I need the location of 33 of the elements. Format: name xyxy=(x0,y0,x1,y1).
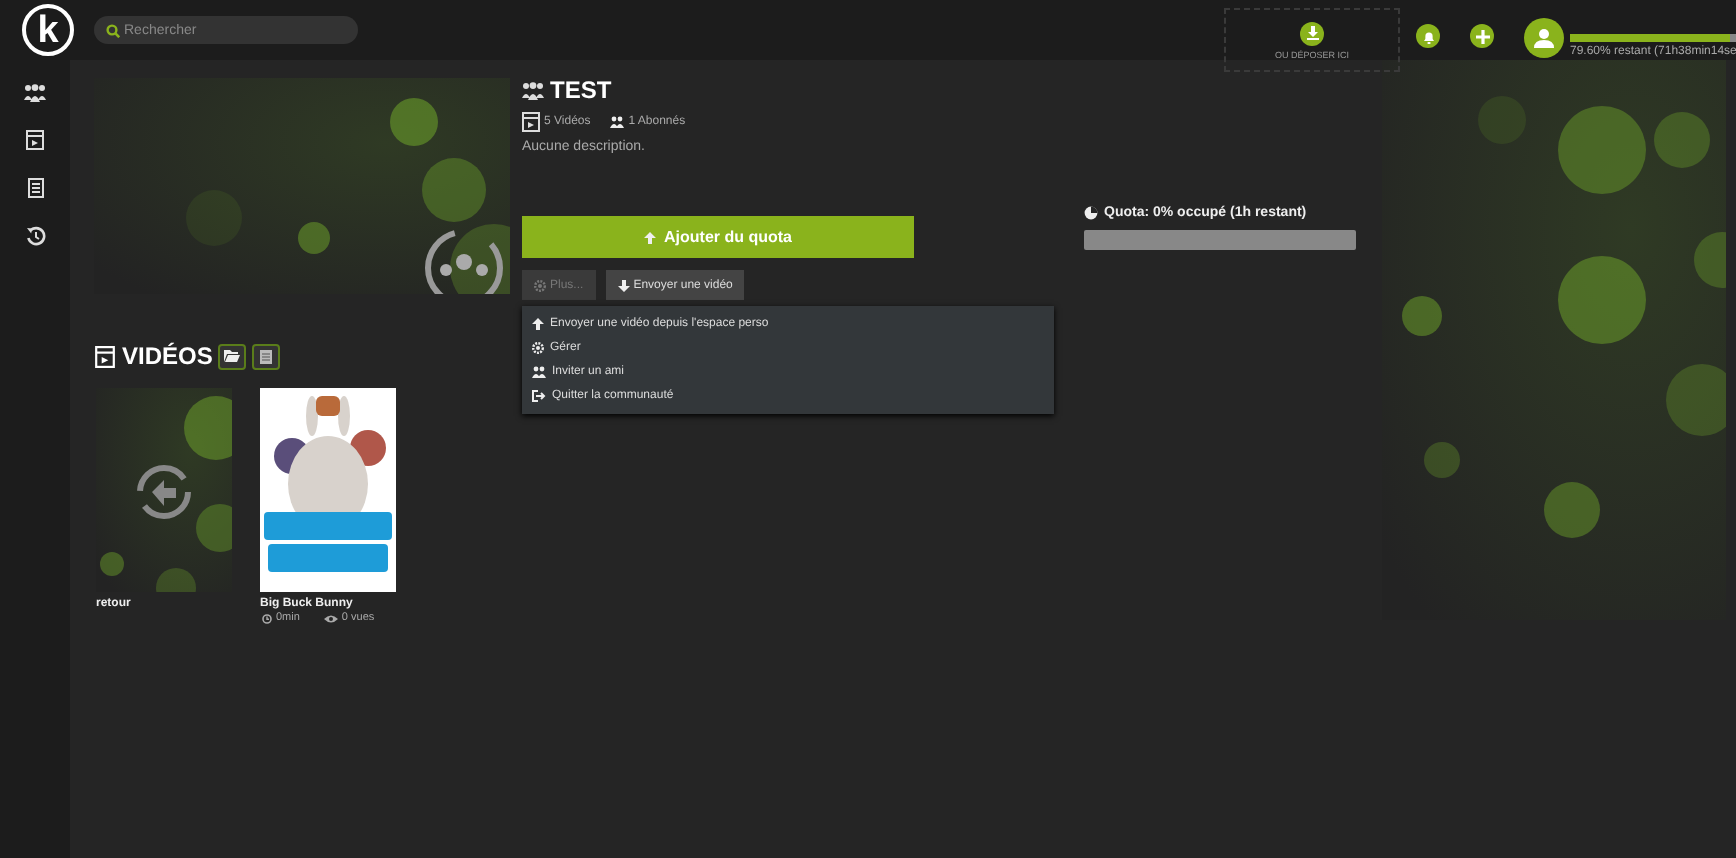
list-icon xyxy=(260,349,273,363)
people-icon xyxy=(610,116,625,128)
section-title: VIDÉOS xyxy=(122,342,213,370)
logo[interactable]: k xyxy=(22,4,74,56)
notifications-button[interactable] xyxy=(1416,24,1440,48)
people-icon xyxy=(532,366,546,378)
plus-icon xyxy=(1475,29,1489,43)
user-avatar[interactable] xyxy=(1524,18,1564,58)
community-title: TEST xyxy=(550,76,612,104)
upload-arrow-icon xyxy=(532,318,544,330)
document-icon xyxy=(27,178,43,198)
film-icon xyxy=(94,345,116,367)
download-arrow-icon xyxy=(617,279,630,291)
search-icon xyxy=(106,23,120,37)
add-button[interactable] xyxy=(1470,24,1494,48)
pie-icon xyxy=(1084,206,1098,220)
folder-button[interactable] xyxy=(218,343,247,369)
upload-arrow-icon xyxy=(644,231,656,243)
group-icon xyxy=(24,83,46,101)
clock-icon xyxy=(262,613,272,623)
eye-icon xyxy=(323,613,338,623)
list-view-button[interactable] xyxy=(252,343,281,369)
folder-icon xyxy=(224,350,241,362)
download-icon xyxy=(1305,26,1319,40)
gear-icon xyxy=(534,279,546,291)
gear-icon xyxy=(532,342,544,354)
exit-icon xyxy=(532,390,546,402)
film-icon xyxy=(522,112,540,132)
group-icon xyxy=(522,81,544,99)
user-icon xyxy=(1534,28,1554,48)
film-icon xyxy=(26,130,44,150)
history-icon xyxy=(25,226,45,246)
bell-icon xyxy=(1421,29,1435,43)
